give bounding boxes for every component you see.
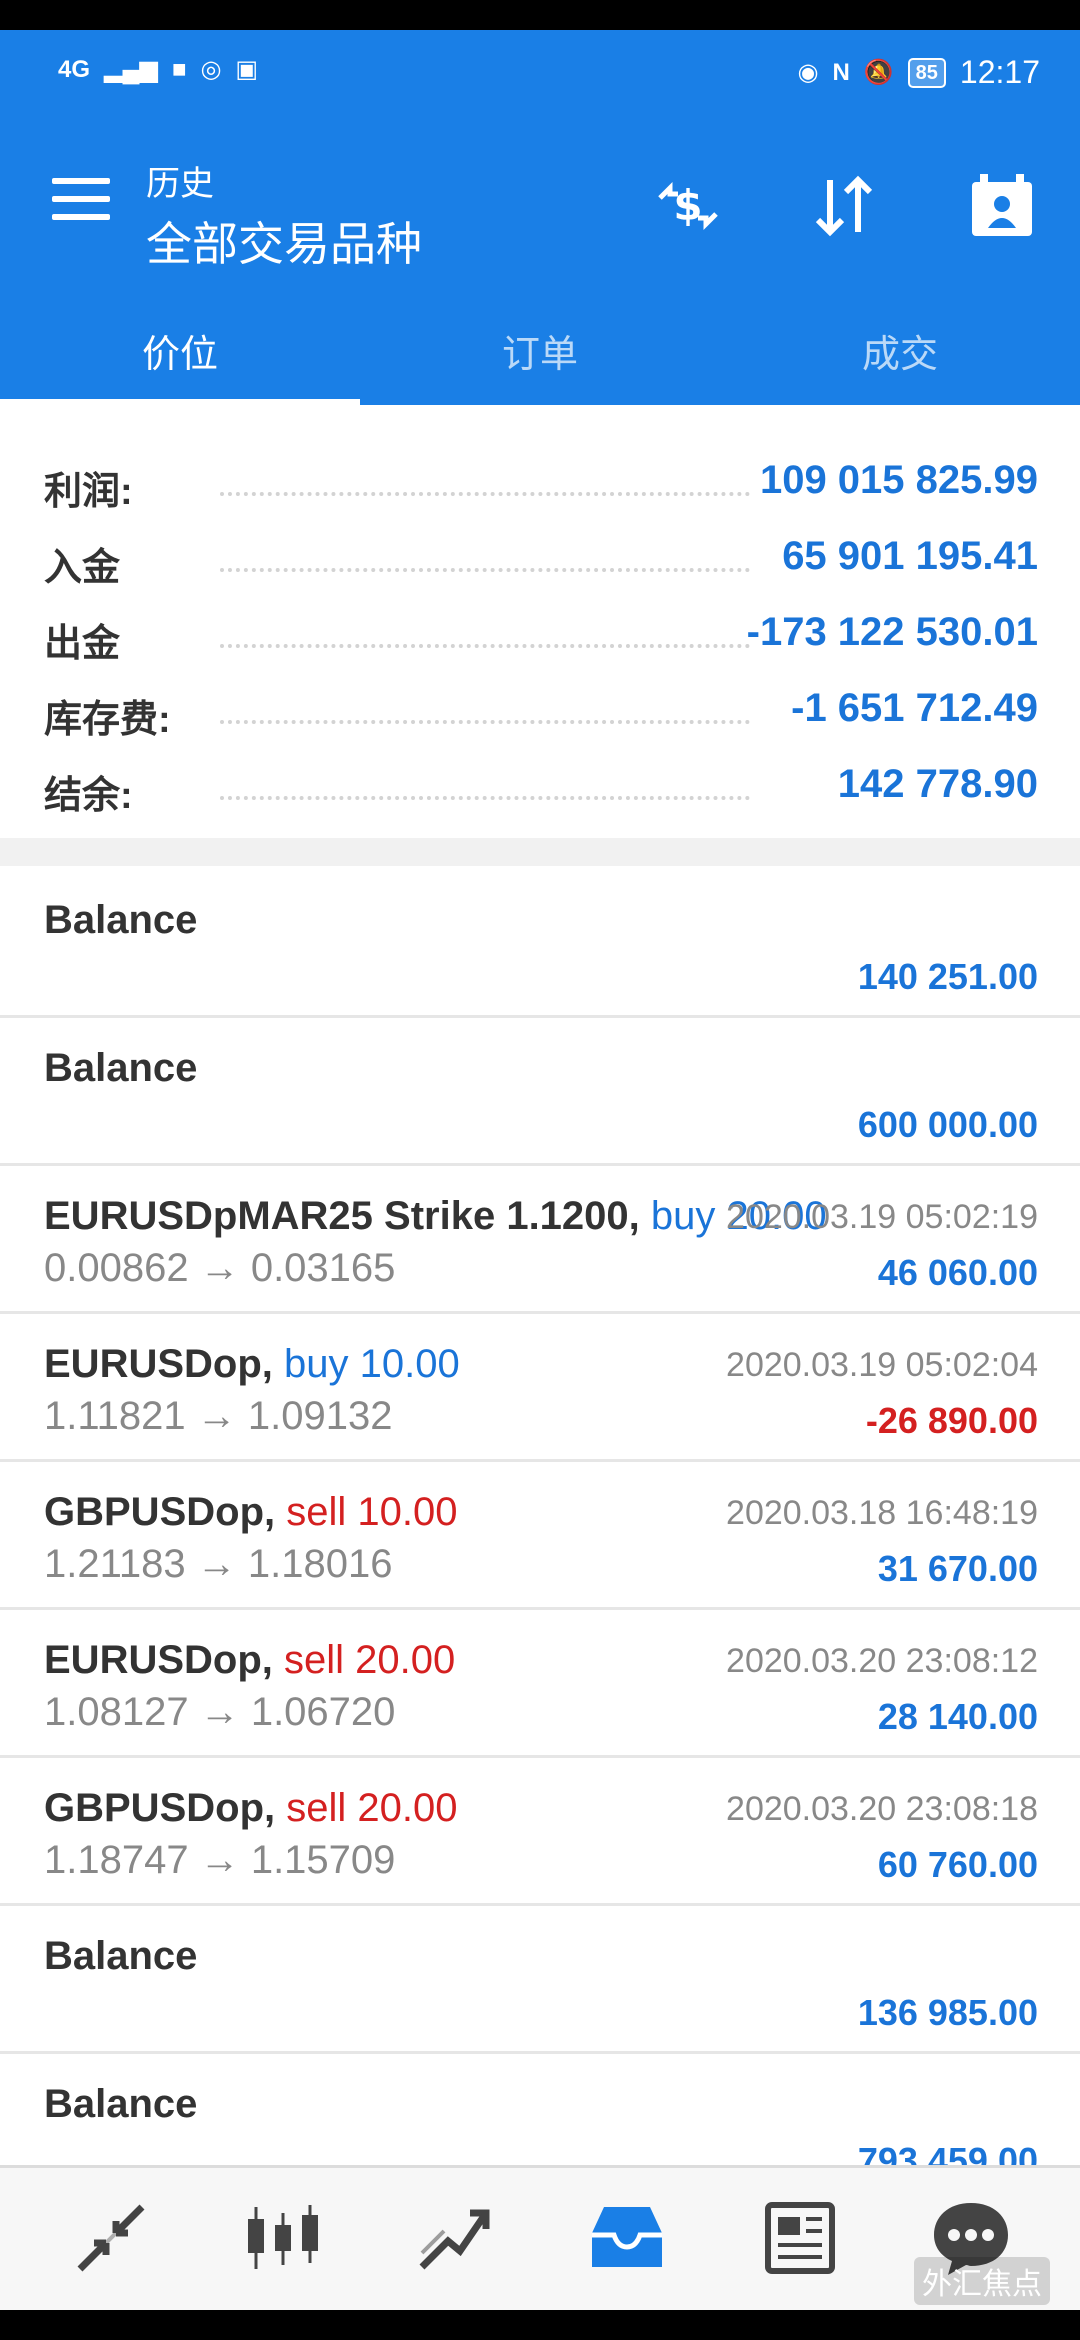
svg-text:$: $ [673, 181, 702, 230]
chart-icon[interactable] [238, 2193, 328, 2283]
app-screen: 4G ▂▄▆ ■ ◎ ▣ ◉ N 🔕 85 12:17 历史 全部交易品种 $ [0, 30, 1080, 2310]
toolbar-subtitle: 历史 [146, 165, 214, 203]
watermark: 外汇焦点 [914, 2257, 1050, 2305]
item-title: Balance [44, 1934, 198, 1978]
item-amount: 136 985.00 [857, 1992, 1038, 2033]
list-item[interactable]: GBPUSDop, sell 10.00 2020.03.18 16:48:19… [0, 1462, 1080, 1610]
summary-label: 结余: [44, 775, 133, 817]
list-item[interactable]: EURUSDop, buy 10.00 2020.03.19 05:02:04 … [0, 1314, 1080, 1462]
item-amount: 28 140.00 [877, 1696, 1038, 1737]
item-amount: 140 251.00 [857, 956, 1038, 997]
item-prices: 1.08127 → 1.06720 [44, 1690, 396, 1734]
item-side: sell 20.00 [284, 1638, 456, 1682]
item-title: Balance [44, 2082, 198, 2126]
dotted-leader [220, 796, 750, 800]
news-icon[interactable] [754, 2193, 844, 2283]
summary-value: 142 778.90 [837, 762, 1038, 806]
item-prices: 1.21183 → 1.18016 [44, 1542, 393, 1586]
battery-icon: 85 [907, 57, 946, 88]
list-item[interactable]: EURUSDpMAR25 Strike 1.1200, buy 20.00 20… [0, 1166, 1080, 1314]
summary-value: -173 122 530.01 [746, 610, 1038, 654]
dotted-leader [220, 568, 750, 572]
tab-positions[interactable]: 价位 [0, 305, 360, 405]
item-title: GBPUSDop, sell 20.00 [44, 1786, 457, 1831]
summary-withdrawal: 出金 -173 122 530.01 [0, 602, 1080, 678]
signal-bars-icon: ▂▄▆ [104, 56, 158, 83]
item-symbol: GBPUSDop, [44, 1490, 276, 1534]
trade-icon[interactable] [410, 2193, 500, 2283]
item-symbol: EURUSDop, [44, 1342, 273, 1386]
nfc-icon: N [832, 58, 850, 86]
item-symbol: EURUSDop, [44, 1638, 273, 1682]
history-icon[interactable] [582, 2193, 672, 2283]
app-header: 4G ▂▄▆ ■ ◎ ▣ ◉ N 🔕 85 12:17 历史 全部交易品种 $ [0, 30, 1080, 405]
calendar-user-icon[interactable] [966, 170, 1038, 242]
section-divider [0, 838, 1080, 866]
item-time: 2020.03.20 23:08:12 [726, 1642, 1038, 1680]
item-prices: 0.00862 → 0.03165 [44, 1246, 396, 1290]
item-title: Balance [44, 1046, 198, 1090]
item-prices: 1.11821 → 1.09132 [44, 1394, 393, 1438]
dotted-leader [220, 492, 750, 496]
item-amount: -26 890.00 [865, 1400, 1038, 1441]
summary-value: 65 901 195.41 [782, 534, 1038, 578]
item-time: 2020.03.20 23:08:18 [726, 1790, 1038, 1828]
summary-label: 入金 [44, 547, 121, 589]
list-item[interactable]: EURUSDop, sell 20.00 2020.03.20 23:08:12… [0, 1610, 1080, 1758]
tab-deals[interactable]: 成交 [720, 305, 1080, 405]
item-amount: 600 000.00 [857, 1104, 1038, 1145]
history-list: Balance 140 251.00 Balance 600 000.00 EU… [0, 870, 1080, 2202]
item-time: 2020.03.19 05:02:19 [726, 1198, 1038, 1236]
summary-value: -1 651 712.49 [791, 686, 1038, 730]
list-item[interactable]: Balance 600 000.00 [0, 1018, 1080, 1166]
list-item[interactable]: GBPUSDop, sell 20.00 2020.03.20 23:08:18… [0, 1758, 1080, 1906]
item-time: 2020.03.19 05:02:04 [726, 1346, 1038, 1384]
clock: 12:17 [959, 54, 1040, 90]
toolbar: 历史 全部交易品种 $ [0, 120, 1080, 280]
summary-balance: 结余: 142 778.90 [0, 754, 1080, 830]
list-item[interactable]: Balance 136 985.00 [0, 1906, 1080, 2054]
item-time: 2020.03.18 16:48:19 [726, 1494, 1038, 1532]
dotted-leader [220, 720, 750, 724]
summary-label: 利润: [44, 471, 133, 513]
summary-label: 库存费: [44, 699, 171, 741]
signal-icon: 4G [58, 56, 91, 83]
summary-swap: 库存费: -1 651 712.49 [0, 678, 1080, 754]
eye-icon: ◉ [797, 58, 819, 86]
item-title: EURUSDop, sell 20.00 [44, 1638, 455, 1683]
quotes-icon[interactable] [66, 2193, 156, 2283]
item-title: Balance [44, 898, 198, 942]
tab-bar: 价位 订单 成交 [0, 305, 1080, 405]
currency-exchange-icon[interactable]: $ [652, 170, 724, 242]
summary-section: 利润: 109 015 825.99 入金 65 901 195.41 出金 -… [0, 450, 1080, 830]
item-symbol: EURUSDpMAR25 Strike 1.1200, [44, 1194, 640, 1238]
summary-deposit: 入金 65 901 195.41 [0, 526, 1080, 602]
item-title: EURUSDpMAR25 Strike 1.1200, buy 20.00 [44, 1194, 827, 1239]
item-amount: 31 670.00 [877, 1548, 1038, 1589]
bottom-nav: 外汇焦点 [0, 2165, 1080, 2310]
summary-value: 109 015 825.99 [759, 458, 1038, 502]
summary-profit: 利润: 109 015 825.99 [0, 450, 1080, 526]
video-icon: ■ [171, 56, 187, 83]
summary-label: 出金 [44, 623, 121, 665]
tab-orders[interactable]: 订单 [360, 305, 720, 405]
item-title: EURUSDop, buy 10.00 [44, 1342, 460, 1387]
message-icon: ▣ [235, 56, 259, 83]
item-amount: 46 060.00 [877, 1252, 1038, 1293]
toolbar-title[interactable]: 全部交易品种 [146, 208, 422, 274]
item-side: buy 10.00 [284, 1342, 460, 1386]
menu-icon[interactable] [52, 178, 110, 222]
item-title: GBPUSDop, sell 10.00 [44, 1490, 457, 1535]
whatsapp-icon: ◎ [200, 56, 222, 83]
item-side: sell 20.00 [286, 1786, 458, 1830]
item-side: sell 10.00 [286, 1490, 458, 1534]
status-bar: 4G ▂▄▆ ■ ◎ ▣ ◉ N 🔕 85 12:17 [0, 30, 1080, 120]
item-amount: 60 760.00 [877, 1844, 1038, 1885]
item-prices: 1.18747 → 1.15709 [44, 1838, 396, 1882]
mute-icon: 🔕 [863, 58, 894, 86]
item-symbol: GBPUSDop, [44, 1786, 276, 1830]
list-item[interactable]: Balance 140 251.00 [0, 870, 1080, 1018]
sort-icon[interactable] [808, 170, 880, 242]
dotted-leader [220, 644, 750, 648]
